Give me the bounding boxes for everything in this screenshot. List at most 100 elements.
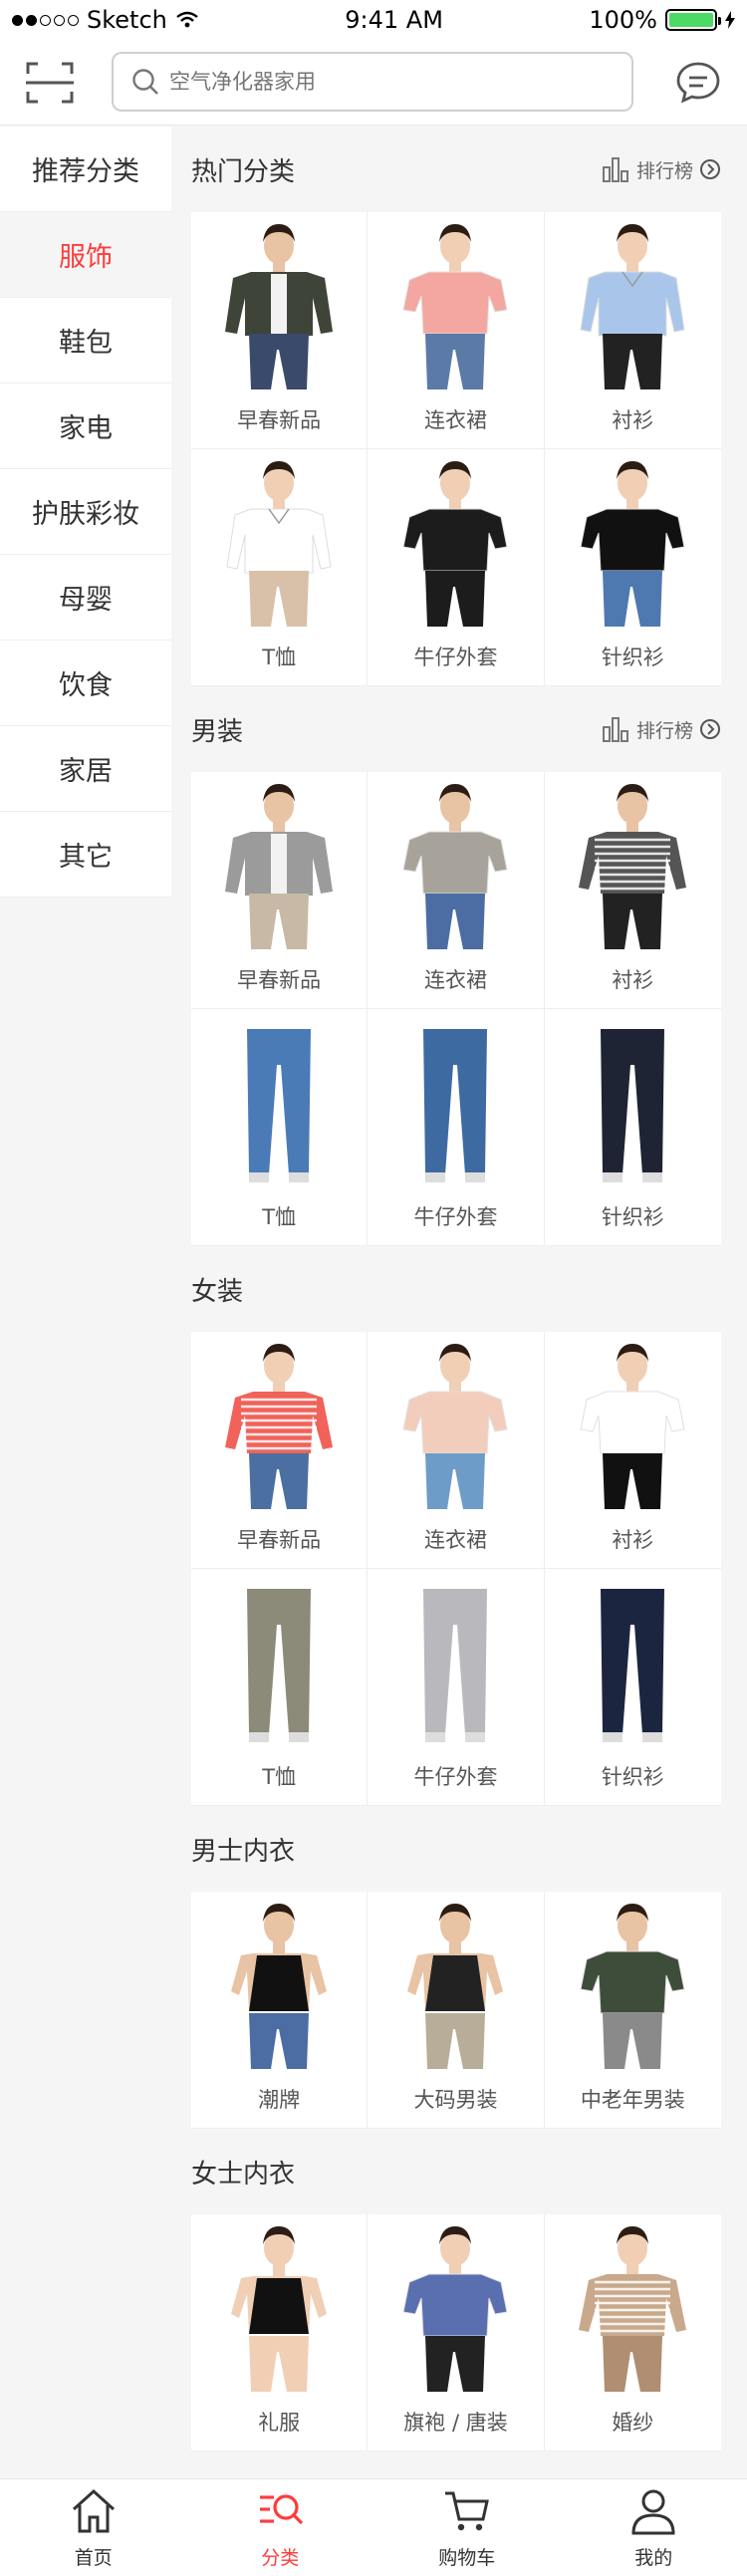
- category-tile[interactable]: 大码男装: [368, 1892, 545, 2129]
- tab-item[interactable]: 购物车: [374, 2479, 561, 2576]
- ranking-link[interactable]: 排行榜: [601, 715, 721, 743]
- charging-icon: [724, 11, 735, 29]
- section-title: 男士内衣: [191, 1836, 296, 1867]
- sidebar-item-label: 服饰: [59, 242, 113, 273]
- category-tile-label: 针织衫: [601, 1205, 664, 1229]
- section-header: 女士内衣: [191, 2129, 721, 2214]
- category-tile-label: T恤: [262, 645, 297, 669]
- tab-item[interactable]: 分类: [187, 2479, 374, 2576]
- sidebar-item[interactable]: 鞋包: [0, 298, 171, 384]
- sidebar-item[interactable]: 其它: [0, 812, 171, 898]
- product-image: [191, 449, 367, 639]
- category-tile[interactable]: 礼服: [191, 2214, 369, 2451]
- product-image: [191, 1892, 367, 2081]
- product-image: [368, 1892, 543, 2081]
- search-icon: [132, 69, 158, 95]
- category-tile[interactable]: T恤: [191, 1569, 369, 1806]
- message-button[interactable]: [673, 58, 723, 108]
- tab-item[interactable]: 我的: [561, 2479, 747, 2576]
- category-tile[interactable]: 早春新品: [191, 1332, 369, 1569]
- sidebar-item[interactable]: 服饰: [0, 212, 171, 298]
- section-title: 女装: [191, 1276, 244, 1307]
- sidebar-item[interactable]: 推荐分类: [0, 127, 171, 212]
- category-icon: [254, 2487, 306, 2539]
- section-header: 女装: [191, 1246, 721, 1332]
- product-grid: 早春新品 连衣裙 衬衫 T恤 牛仔外套 针织衫: [191, 1332, 721, 1806]
- category-content: 热门分类 排行榜 早春新品 连衣裙 衬衫 T恤 牛仔外套 针织衫 男装 排行榜 …: [191, 127, 721, 2451]
- message-icon: [676, 62, 720, 104]
- product-image: [191, 1569, 367, 1758]
- category-tile[interactable]: T恤: [191, 449, 369, 686]
- category-tile-label: 礼服: [258, 2411, 301, 2435]
- sidebar-item[interactable]: 饮食: [0, 641, 171, 726]
- tab-item[interactable]: 首页: [0, 2479, 187, 2576]
- sidebar-item[interactable]: 家电: [0, 384, 171, 469]
- category-tile[interactable]: 早春新品: [191, 772, 369, 1009]
- product-image: [545, 2214, 720, 2404]
- product-image: [545, 1009, 720, 1198]
- status-bar: Sketch 9:41 AM 100%: [0, 0, 747, 40]
- sidebar-item-label: 母婴: [59, 585, 113, 616]
- category-tile-label: 连衣裙: [423, 968, 487, 992]
- signal-icon: [12, 14, 79, 26]
- category-tile[interactable]: 早春新品: [191, 212, 369, 449]
- tab-label: 我的: [634, 2547, 673, 2569]
- category-tile[interactable]: 针织衫: [544, 449, 721, 686]
- product-image: [368, 2214, 543, 2404]
- category-tile-label: 中老年男装: [580, 2088, 685, 2112]
- category-tile-label: 连衣裙: [423, 1528, 487, 1552]
- category-tile[interactable]: 连衣裙: [368, 212, 545, 449]
- category-tile[interactable]: 牛仔外套: [368, 1569, 545, 1806]
- category-tile-label: 连衣裙: [423, 408, 487, 432]
- cart-icon: [441, 2487, 493, 2539]
- product-image: [191, 2214, 367, 2404]
- category-tile[interactable]: 旗袍 / 唐装: [368, 2214, 545, 2451]
- product-image: [368, 449, 543, 639]
- sidebar-item[interactable]: 家居: [0, 726, 171, 812]
- product-image: [368, 772, 543, 961]
- product-image: [191, 1332, 367, 1521]
- category-tile-label: 早春新品: [237, 968, 322, 992]
- sidebar-item[interactable]: 母婴: [0, 555, 171, 641]
- scan-button[interactable]: [22, 58, 78, 108]
- category-tile-label: 针织衫: [601, 645, 664, 669]
- category-tile[interactable]: 牛仔外套: [368, 1009, 545, 1246]
- chevron-right-icon: [700, 159, 720, 179]
- search-box[interactable]: [112, 52, 633, 112]
- category-tile-label: 衬衫: [612, 408, 654, 432]
- search-input[interactable]: [169, 70, 608, 94]
- category-tile-label: 牛仔外套: [413, 1205, 498, 1229]
- category-tile[interactable]: T恤: [191, 1009, 369, 1246]
- product-image: [368, 1009, 543, 1198]
- sidebar-item[interactable]: 护肤彩妆: [0, 469, 171, 555]
- category-tile[interactable]: 针织衫: [544, 1009, 721, 1246]
- category-tile[interactable]: 衬衫: [544, 212, 721, 449]
- category-tile[interactable]: 连衣裙: [368, 1332, 545, 1569]
- chevron-right-icon: [700, 719, 720, 739]
- product-image: [368, 1332, 543, 1521]
- category-tile[interactable]: 潮牌: [191, 1892, 369, 2129]
- category-tile[interactable]: 婚纱: [544, 2214, 721, 2451]
- product-image: [545, 449, 720, 639]
- bar-chart-icon: [602, 157, 628, 182]
- sidebar-item-label: 护肤彩妆: [32, 499, 139, 530]
- section-header: 热门分类 排行榜: [191, 127, 721, 212]
- product-image: [368, 1569, 543, 1758]
- category-tile[interactable]: 针织衫: [544, 1569, 721, 1806]
- sidebar-item-label: 家居: [59, 756, 113, 787]
- category-tile[interactable]: 衬衫: [544, 772, 721, 1009]
- sidebar-item-label: 鞋包: [59, 328, 113, 359]
- section-header: 男装 排行榜: [191, 686, 721, 772]
- category-tile-label: 大码男装: [413, 2088, 498, 2112]
- ranking-link[interactable]: 排行榜: [601, 155, 721, 183]
- category-tile-label: 针织衫: [601, 1765, 664, 1789]
- category-tile[interactable]: 牛仔外套: [368, 449, 545, 686]
- sidebar-item-label: 推荐分类: [32, 156, 139, 187]
- section-title: 女士内衣: [191, 2159, 296, 2190]
- category-tile[interactable]: 中老年男装: [544, 1892, 721, 2129]
- category-tile[interactable]: 衬衫: [544, 1332, 721, 1569]
- sidebar-item-label: 其它: [59, 842, 113, 873]
- category-tile[interactable]: 连衣裙: [368, 772, 545, 1009]
- section-title: 热门分类: [191, 156, 296, 187]
- status-right: 100%: [589, 6, 735, 34]
